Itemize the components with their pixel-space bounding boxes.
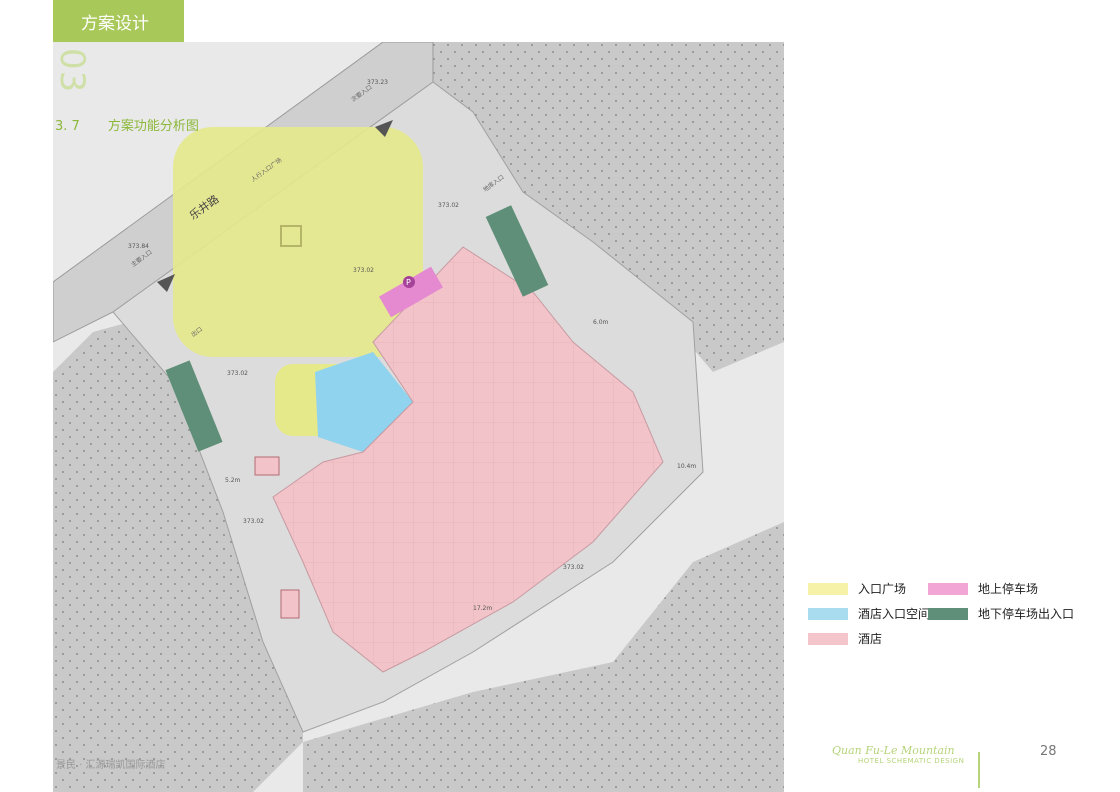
brand-logo: Quan Fu-Le Mountain xyxy=(832,744,955,757)
site-plan-drawing: P 乐井路 人行入口广场 主要入口 次要入口 出口 地库入口 373.23 37… xyxy=(53,42,784,792)
legend-item-entrance-plaza: 入口广场 xyxy=(808,580,906,597)
legend-swatch xyxy=(928,582,968,595)
dim-label-3: 5.2m xyxy=(225,477,241,484)
legend-item-ground-parking: 地上停车场 xyxy=(928,580,1038,597)
legend-item-underground-parking: 地下停车场出入口 xyxy=(928,605,1074,622)
section-heading: 3. 7 方案功能分析图 xyxy=(55,115,199,134)
project-name: 景民 · 汇源瑞凯国际酒店 xyxy=(56,760,166,771)
legend-swatch xyxy=(808,582,848,595)
elev-label-6: 373.02 xyxy=(563,564,584,571)
dim-label-4: 17.2m xyxy=(473,605,492,612)
legend-swatch xyxy=(808,607,848,620)
elev-label-3: 373.02 xyxy=(353,267,374,274)
legend: 入口广场 地上停车场 酒店入口空间 地下停车场出入口 酒店 xyxy=(808,580,1098,660)
legend-label: 地下停车场出入口 xyxy=(978,607,1075,621)
elev-label-4: 373.02 xyxy=(227,370,248,377)
legend-swatch xyxy=(808,632,848,645)
legend-label: 入口广场 xyxy=(858,582,907,596)
site-plan: P 乐井路 人行入口广场 主要入口 次要入口 出口 地库入口 373.23 37… xyxy=(53,42,784,792)
legend-label: 地上停车场 xyxy=(978,582,1039,596)
legend-label: 酒店入口空间 xyxy=(858,607,931,621)
section-title: 方案功能分析图 xyxy=(107,119,199,134)
left-margin xyxy=(0,0,53,792)
ramp-marker-1 xyxy=(254,456,280,476)
page-number: 28 xyxy=(1040,744,1057,759)
section-number: 3. 7 xyxy=(55,119,80,134)
chapter-number: 03 xyxy=(52,48,92,94)
elev-label-2: 373.84 xyxy=(128,243,149,250)
brand-divider xyxy=(978,752,980,788)
ramp-marker-2 xyxy=(280,589,300,619)
parking-p: P xyxy=(406,278,411,287)
dim-label-2: 10.4m xyxy=(677,463,696,470)
elev-label-1: 373.23 xyxy=(367,79,388,86)
section-tab: 方案设计 xyxy=(53,0,184,42)
legend-swatch xyxy=(928,607,968,620)
legend-label: 酒店 xyxy=(858,632,883,646)
section-tab-label: 方案设计 xyxy=(81,13,149,34)
legend-item-hotel-entry: 酒店入口空间 xyxy=(808,605,930,622)
legend-item-hotel: 酒店 xyxy=(808,630,882,647)
entrance-plaza xyxy=(173,127,423,357)
elev-label-7: 373.02 xyxy=(438,202,459,209)
brand-subtitle: HOTEL SCHEMATIC DESIGN xyxy=(858,757,965,765)
dim-label-1: 6.0m xyxy=(593,319,609,326)
elev-label-5: 373.02 xyxy=(243,518,264,525)
